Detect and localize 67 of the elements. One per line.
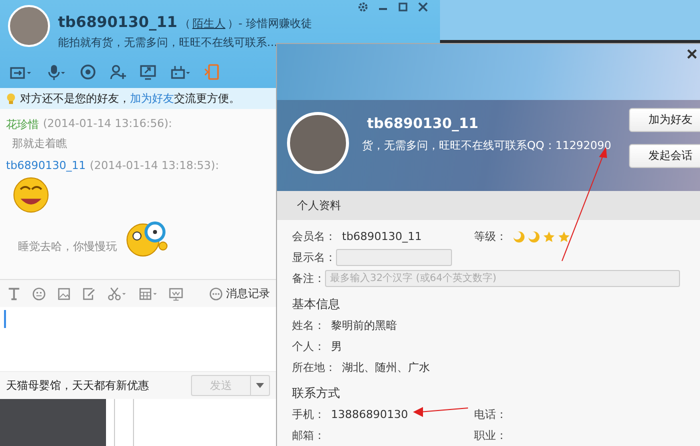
remark-field[interactable]: 最多输入32个汉字 (或64个英文数字) bbox=[325, 270, 680, 287]
field-label: 姓名： bbox=[292, 318, 325, 333]
moon-icon bbox=[513, 230, 525, 242]
promo-text: 天猫母婴馆，天天都有新优惠 bbox=[6, 378, 149, 393]
add-contact-icon[interactable] bbox=[110, 64, 126, 80]
field-value: 13886890130 bbox=[331, 408, 408, 421]
section-heading: 基本信息 bbox=[292, 296, 341, 313]
field-label: 等级： bbox=[474, 229, 507, 244]
field-label: 个人： bbox=[292, 339, 325, 354]
emoticon-icon[interactable] bbox=[31, 286, 47, 300]
font-icon[interactable] bbox=[6, 286, 22, 300]
history-button[interactable]: 消息记录 bbox=[209, 286, 270, 301]
field-value: 黎明前的黑暗 bbox=[331, 318, 397, 333]
screen-share-icon[interactable] bbox=[140, 64, 156, 80]
message-time: (2014-01-14 13:16:56): bbox=[43, 117, 172, 132]
relation-link[interactable]: 陌生人 bbox=[192, 16, 226, 31]
sender-name: 花珍惜 bbox=[6, 117, 39, 132]
close-icon[interactable] bbox=[687, 49, 697, 59]
message-time: (2014-01-14 13:18:53): bbox=[90, 159, 219, 172]
field-label: 电话： bbox=[474, 407, 507, 422]
avatar-photo-placeholder bbox=[8, 5, 50, 47]
edit-icon[interactable] bbox=[81, 286, 97, 300]
window-frame bbox=[114, 399, 134, 446]
section-heading: 联系方式 bbox=[292, 385, 341, 402]
display-name-field[interactable] bbox=[336, 249, 452, 266]
annotation-arrow bbox=[412, 406, 470, 418]
field-value: tb6890130_11 bbox=[342, 230, 422, 243]
field-label: 备注： bbox=[292, 271, 325, 286]
moon-icon bbox=[528, 230, 540, 242]
webcam-icon[interactable] bbox=[80, 64, 96, 80]
profile-signature: 货，无需多问，旺旺不在线可联系QQ：11292090 bbox=[362, 138, 612, 153]
close-icon[interactable] bbox=[418, 2, 428, 12]
microphone-icon[interactable] bbox=[46, 64, 66, 80]
maximize-icon[interactable] bbox=[398, 2, 408, 12]
field-label: 显示名： bbox=[292, 250, 336, 265]
field-label: 职业： bbox=[474, 428, 507, 443]
sender-name: tb6890130_11 bbox=[6, 159, 86, 172]
field-value: 男 bbox=[331, 339, 342, 354]
field-label: 手机： bbox=[292, 407, 325, 422]
field-label: 邮箱： bbox=[292, 428, 325, 443]
laughing-emoticon-icon bbox=[12, 176, 50, 214]
dropdown-caret-icon[interactable] bbox=[256, 383, 264, 388]
message-text: 那就走着瞧 bbox=[11, 136, 68, 152]
lightbulb-icon bbox=[6, 92, 16, 104]
profile-tab[interactable]: 个人资料 bbox=[297, 194, 341, 217]
chat-bubble-icon bbox=[209, 286, 223, 300]
profile-name: tb6890130_11 bbox=[367, 116, 480, 132]
field-value: 湖北、随州、广水 bbox=[342, 360, 430, 375]
scissors-icon[interactable] bbox=[106, 286, 128, 300]
contact-name: tb6890130_11 bbox=[58, 13, 178, 31]
monitor-icon[interactable] bbox=[168, 286, 184, 300]
add-friend-link[interactable]: 加为好友 bbox=[130, 92, 174, 105]
notice-text: 对方还不是您的好友，加为好友交流更方便。 bbox=[20, 91, 240, 106]
field-label: 会员名： bbox=[292, 229, 336, 244]
group-name: ）- 珍惜网赚收徒 bbox=[227, 16, 312, 31]
bracket-text: （ bbox=[179, 16, 190, 31]
image-icon[interactable] bbox=[56, 286, 72, 300]
calculator-icon[interactable] bbox=[137, 286, 159, 300]
settings-icon[interactable] bbox=[358, 2, 368, 12]
robot-icon[interactable] bbox=[170, 64, 190, 80]
action-button[interactable]: 加为好友 bbox=[629, 108, 700, 132]
star-icon bbox=[558, 230, 570, 242]
file-transfer-icon[interactable] bbox=[10, 64, 32, 80]
star-icon bbox=[543, 230, 555, 242]
action-button[interactable]: 发起会话 bbox=[629, 144, 700, 168]
message-text: 睡觉去哈，你慢慢玩 bbox=[17, 239, 118, 255]
field-label: 所在地： bbox=[292, 360, 336, 375]
